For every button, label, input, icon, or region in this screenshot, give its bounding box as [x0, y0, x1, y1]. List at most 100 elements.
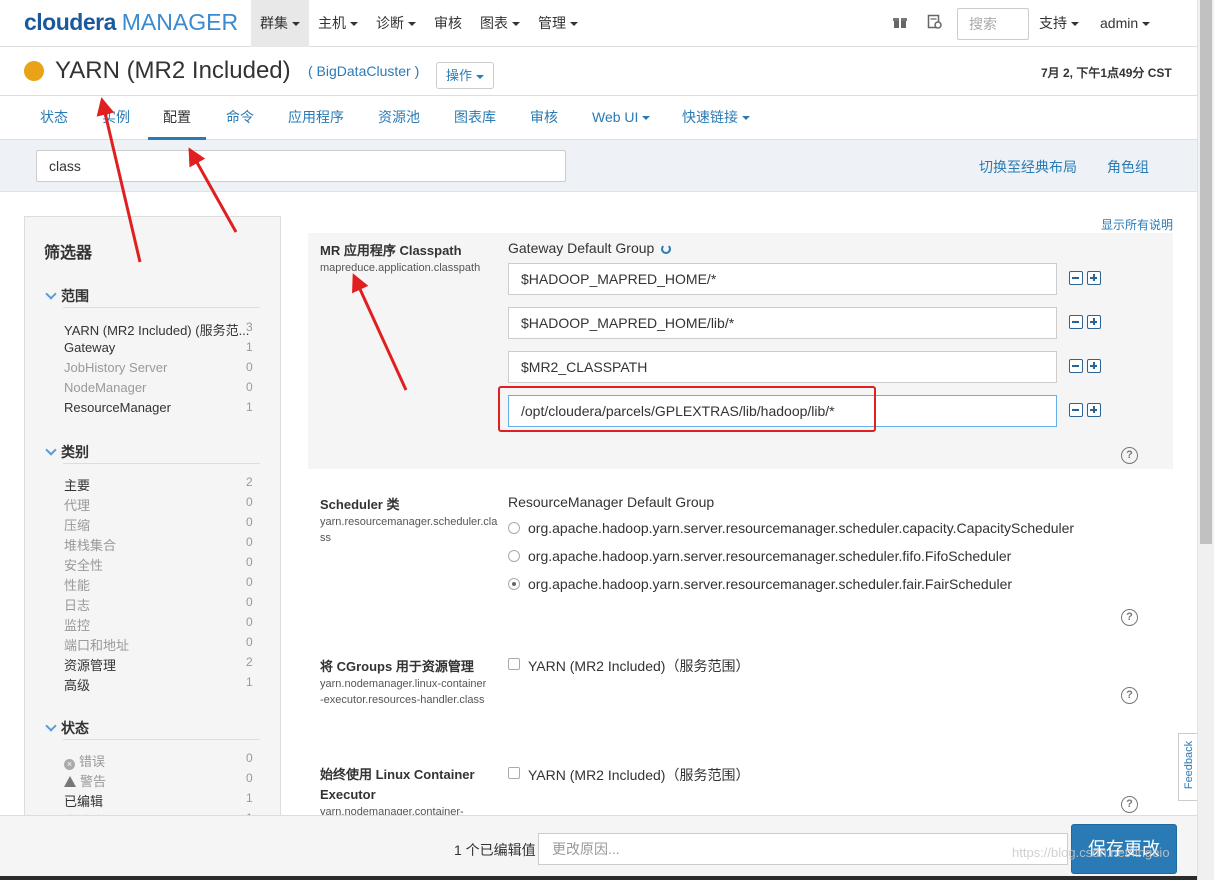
- remove-icon[interactable]: [1069, 271, 1083, 285]
- watermark: https://blog.csdn.net/lingeio: [1012, 845, 1170, 860]
- cgroups-checkbox[interactable]: [508, 658, 520, 670]
- filter-section-scope[interactable]: 范围: [45, 286, 89, 306]
- filter-item[interactable]: 端口和地址: [64, 635, 264, 654]
- user-menu[interactable]: admin: [1100, 8, 1151, 38]
- filter-item-error[interactable]: × 错误: [64, 751, 264, 770]
- filter-count: 2: [246, 475, 253, 489]
- filter-count: 0: [246, 635, 253, 649]
- page-scrollbar[interactable]: [1197, 0, 1214, 880]
- filter-count: 0: [246, 360, 253, 374]
- tab-quick-links[interactable]: 快速链接: [682, 96, 750, 140]
- filter-item[interactable]: 高级: [64, 675, 264, 694]
- filter-item[interactable]: 代理: [64, 495, 264, 514]
- filter-count: 1: [246, 675, 253, 689]
- help-icon[interactable]: ?: [1121, 447, 1138, 464]
- cluster-link[interactable]: ( BigDataCluster ): [308, 63, 419, 79]
- cloudera-logo[interactable]: cloudera MANAGER: [24, 9, 238, 36]
- remove-icon[interactable]: [1069, 403, 1083, 417]
- taskbar-strip: [0, 876, 1214, 880]
- tab-commands[interactable]: 命令: [226, 96, 254, 140]
- scheduler-radio[interactable]: [508, 550, 520, 562]
- tab-chart-library[interactable]: 图表库: [454, 96, 496, 140]
- filter-item[interactable]: 主要: [64, 475, 264, 494]
- filter-item[interactable]: ResourceManager: [64, 400, 264, 415]
- filter-item[interactable]: 日志: [64, 595, 264, 614]
- add-icon[interactable]: [1087, 315, 1101, 329]
- divider: [63, 307, 260, 308]
- scheduler-radio[interactable]: [508, 522, 520, 534]
- change-reason-input[interactable]: 更改原因...: [538, 833, 1068, 865]
- menu-audits[interactable]: 审核: [425, 0, 471, 47]
- filter-count: 0: [246, 615, 253, 629]
- filter-section-category[interactable]: 类别: [45, 442, 89, 462]
- menu-administration[interactable]: 管理: [529, 0, 587, 47]
- support-menu[interactable]: 支持: [1039, 8, 1079, 38]
- config-search-bar: class 切换至经典布局 角色组: [0, 140, 1197, 192]
- menu-clusters[interactable]: 群集: [251, 0, 309, 47]
- global-search-input[interactable]: 搜索: [957, 8, 1029, 40]
- tab-configuration[interactable]: 配置: [148, 96, 206, 140]
- remove-icon[interactable]: [1069, 359, 1083, 373]
- menu-diagnostics[interactable]: 诊断: [367, 0, 425, 47]
- chevron-down-icon: [408, 22, 416, 27]
- classic-layout-link[interactable]: 切换至经典布局: [979, 157, 1077, 177]
- tab-audits[interactable]: 审核: [530, 96, 558, 140]
- filter-item[interactable]: Gateway: [64, 340, 264, 355]
- help-icon[interactable]: ?: [1121, 687, 1138, 704]
- classpath-value-input[interactable]: $HADOOP_MAPRED_HOME/lib/*: [508, 307, 1057, 339]
- filter-item-warning[interactable]: 警告: [64, 771, 264, 790]
- tab-applications[interactable]: 应用程序: [288, 96, 344, 140]
- filter-item[interactable]: 压缩: [64, 515, 264, 534]
- add-icon[interactable]: [1087, 271, 1101, 285]
- filter-item[interactable]: 性能: [64, 575, 264, 594]
- tab-resource-pools[interactable]: 资源池: [378, 96, 420, 140]
- filter-item[interactable]: NodeManager: [64, 380, 264, 395]
- top-menu: 群集 主机 诊断 审核 图表 管理: [251, 0, 587, 47]
- tab-instances[interactable]: 实例: [102, 96, 130, 140]
- filter-item[interactable]: 安全性: [64, 555, 264, 574]
- document-icon[interactable]: [927, 14, 943, 30]
- filter-item[interactable]: 监控: [64, 615, 264, 634]
- menu-hosts[interactable]: 主机: [309, 0, 367, 47]
- checkbox-label: YARN (MR2 Included)（服务范围）: [528, 767, 750, 783]
- filter-count: 0: [246, 771, 253, 785]
- chevron-down-icon: [292, 22, 300, 27]
- linux-executor-checkbox[interactable]: [508, 767, 520, 779]
- role-group-label: ResourceManager Default Group: [508, 494, 715, 510]
- menu-charts[interactable]: 图表: [471, 0, 529, 47]
- actions-button[interactable]: 操作: [436, 62, 494, 89]
- show-all-descriptions-link[interactable]: 显示所有说明: [1101, 216, 1173, 233]
- filter-item[interactable]: 堆栈集合: [64, 535, 264, 554]
- remove-icon[interactable]: [1069, 315, 1083, 329]
- add-icon[interactable]: [1087, 403, 1101, 417]
- config-search-input[interactable]: class: [36, 150, 566, 182]
- filter-item[interactable]: JobHistory Server: [64, 360, 264, 375]
- config-name: 将 CGroups 用于资源管理: [320, 659, 474, 674]
- reset-icon[interactable]: [661, 244, 672, 254]
- scheduler-option-label: org.apache.hadoop.yarn.server.resourcema…: [528, 520, 1075, 536]
- filter-item[interactable]: YARN (MR2 Included) (服务范...: [64, 320, 264, 339]
- warning-icon: [64, 776, 76, 787]
- filter-section-status[interactable]: 状态: [45, 718, 89, 738]
- top-navbar: cloudera MANAGER 群集 主机 诊断 审核 图表 管理 搜索 支持…: [0, 0, 1197, 47]
- chevron-down-icon: [1071, 22, 1079, 27]
- add-icon[interactable]: [1087, 359, 1101, 373]
- feedback-tab[interactable]: Feedback: [1178, 733, 1198, 801]
- tab-web-ui[interactable]: Web UI: [592, 96, 651, 140]
- classpath-value-input[interactable]: $HADOOP_MAPRED_HOME/*: [508, 263, 1057, 295]
- scheduler-radio-selected[interactable]: [508, 578, 520, 590]
- edited-count: 1 个已编辑值: [454, 842, 536, 858]
- role-groups-link[interactable]: 角色组: [1107, 157, 1149, 177]
- filter-sidebar: 筛选器 范围 YARN (MR2 Included) (服务范... 3 Gate…: [24, 216, 281, 836]
- filter-item[interactable]: 资源管理: [64, 655, 264, 674]
- gift-icon[interactable]: [893, 15, 907, 29]
- chevron-down-icon: [45, 444, 57, 456]
- chevron-down-icon: [512, 22, 520, 27]
- filter-item-edited[interactable]: 已编辑: [64, 791, 264, 810]
- classpath-value-input[interactable]: $MR2_CLASSPATH: [508, 351, 1057, 383]
- config-name: 始终使用 Linux Container Executor: [320, 767, 475, 802]
- scrollbar-thumb[interactable]: [1200, 0, 1212, 544]
- tab-status[interactable]: 状态: [40, 96, 68, 140]
- help-icon[interactable]: ?: [1121, 796, 1138, 813]
- help-icon[interactable]: ?: [1121, 609, 1138, 626]
